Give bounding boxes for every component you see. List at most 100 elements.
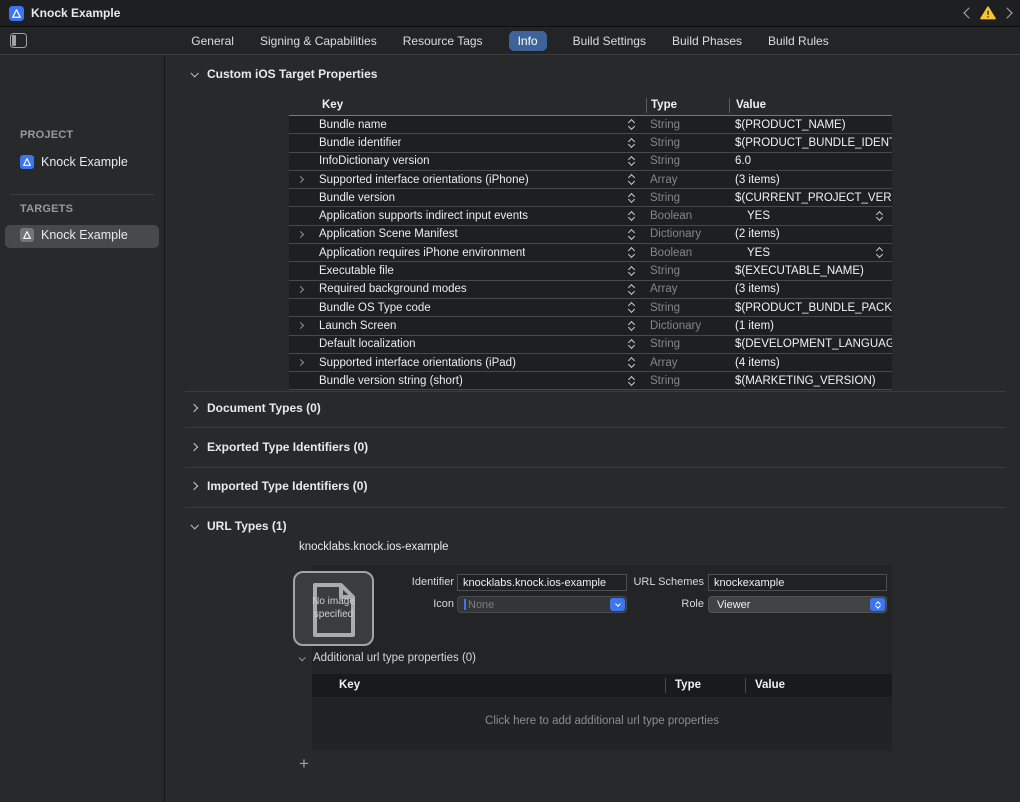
table-row[interactable]: Bundle identifierString$(PRODUCT_BUNDLE_…: [289, 134, 892, 152]
value-cell[interactable]: (3 items): [729, 281, 892, 298]
table-row[interactable]: Application Scene ManifestDictionary(2 i…: [289, 226, 892, 244]
disclosure-closed-icon[interactable]: [190, 404, 198, 412]
table-row[interactable]: Bundle versionString$(CURRENT_PROJECT_VE…: [289, 189, 892, 207]
boolean-popup-stepper[interactable]: [877, 212, 882, 221]
key-cell: Bundle version: [289, 189, 646, 206]
disclosure-open-icon[interactable]: [299, 654, 306, 661]
table-row[interactable]: Launch ScreenDictionary(1 item): [289, 317, 892, 335]
value-cell[interactable]: YES: [729, 207, 892, 224]
key-stepper[interactable]: [629, 120, 634, 129]
key-stepper[interactable]: [629, 285, 634, 294]
key-stepper[interactable]: [629, 157, 634, 166]
key-stepper[interactable]: [629, 303, 634, 312]
tab-build-rules[interactable]: Build Rules: [768, 31, 829, 51]
table-row[interactable]: Executable fileString$(EXECUTABLE_NAME): [289, 262, 892, 280]
value-cell[interactable]: (1 item): [729, 317, 892, 334]
table-row[interactable]: Bundle nameString$(PRODUCT_NAME): [289, 116, 892, 134]
role-popup[interactable]: Viewer: [708, 596, 887, 613]
section-custom-ios-target-properties[interactable]: Custom iOS Target Properties: [191, 67, 377, 81]
popup-stepper-button[interactable]: [870, 598, 885, 611]
value-cell[interactable]: (4 items): [729, 354, 892, 371]
tab-resource-tags[interactable]: Resource Tags: [403, 31, 483, 51]
boolean-popup-stepper[interactable]: [877, 248, 882, 257]
key-stepper[interactable]: [629, 322, 634, 331]
url-type-image-well[interactable]: No image specified: [293, 571, 374, 646]
value-cell[interactable]: (3 items): [729, 171, 892, 188]
back-chevron-icon[interactable]: [963, 7, 974, 18]
property-value: $(CURRENT_PROJECT_VERS: [735, 192, 892, 204]
table-row[interactable]: Default localizationString$(DEVELOPMENT_…: [289, 336, 892, 354]
forward-chevron-icon[interactable]: [1001, 7, 1012, 18]
tab-build-phases[interactable]: Build Phases: [672, 31, 742, 51]
table-row[interactable]: Bundle version string (short)String$(MAR…: [289, 372, 892, 390]
tab-info[interactable]: Info: [509, 31, 547, 51]
additional-properties-empty-area[interactable]: Click here to add additional url type pr…: [312, 697, 892, 744]
url-schemes-field[interactable]: knockexample: [708, 574, 887, 591]
additional-properties-disclosure[interactable]: Additional url type properties (0): [299, 651, 476, 665]
disclosure-closed-icon[interactable]: [190, 482, 198, 490]
table-row[interactable]: InfoDictionary versionString6.0: [289, 153, 892, 171]
disclosure-open-icon[interactable]: [190, 69, 198, 77]
disclosure-open-icon[interactable]: [190, 521, 198, 529]
key-stepper[interactable]: [629, 358, 634, 367]
section-title: Custom iOS Target Properties: [207, 67, 377, 81]
table-row[interactable]: Application supports indirect input even…: [289, 207, 892, 225]
table-row[interactable]: Supported interface orientations (iPad)A…: [289, 354, 892, 372]
sidebar-item-target-knock-example[interactable]: Knock Example: [20, 228, 128, 242]
value-cell[interactable]: $(PRODUCT_BUNDLE_IDENT: [729, 134, 892, 151]
section-document-types-0-[interactable]: Document Types (0): [191, 401, 321, 415]
disclosure-closed-icon[interactable]: [297, 286, 304, 293]
sidebar-toggle-icon[interactable]: [10, 33, 27, 48]
sidebar-item-project-knock-example[interactable]: Knock Example: [20, 155, 128, 169]
property-key: Required background modes: [319, 283, 467, 295]
disclosure-closed-icon[interactable]: [297, 322, 304, 329]
column-header-value: Value: [729, 98, 892, 113]
disclosure-closed-icon[interactable]: [190, 443, 198, 451]
table-row[interactable]: Bundle OS Type codeString$(PRODUCT_BUNDL…: [289, 299, 892, 317]
section-imported-type-identifiers-0-[interactable]: Imported Type Identifiers (0): [191, 479, 367, 493]
property-key: Bundle identifier: [319, 137, 401, 149]
key-stepper[interactable]: [629, 139, 634, 148]
value-cell[interactable]: $(PRODUCT_BUNDLE_PACKA: [729, 299, 892, 316]
tab-signing-capabilities[interactable]: Signing & Capabilities: [260, 31, 377, 51]
key-stepper[interactable]: [629, 175, 634, 184]
key-stepper[interactable]: [629, 248, 634, 257]
key-cell: Supported interface orientations (iPhone…: [289, 171, 646, 188]
value-cell[interactable]: $(CURRENT_PROJECT_VERS: [729, 189, 892, 206]
section-exported-type-identifiers-0-[interactable]: Exported Type Identifiers (0): [191, 440, 368, 454]
key-stepper[interactable]: [629, 230, 634, 239]
value-cell[interactable]: $(MARKETING_VERSION): [729, 372, 892, 389]
key-stepper[interactable]: [629, 194, 634, 203]
section-title: Imported Type Identifiers (0): [207, 479, 367, 493]
tab-build-settings[interactable]: Build Settings: [573, 31, 646, 51]
disclosure-closed-icon[interactable]: [297, 176, 304, 183]
table-row[interactable]: Supported interface orientations (iPhone…: [289, 171, 892, 189]
additional-properties-header: Key Type Value: [312, 674, 892, 697]
disclosure-closed-icon[interactable]: [297, 231, 304, 238]
property-key: Supported interface orientations (iPhone…: [319, 174, 529, 186]
property-value: $(PRODUCT_BUNDLE_IDENT: [735, 137, 892, 149]
value-cell[interactable]: $(EXECUTABLE_NAME): [729, 262, 892, 279]
key-cell: Application requires iPhone environment: [289, 244, 646, 261]
section-url-types[interactable]: URL Types (1): [191, 519, 287, 533]
property-key: Launch Screen: [319, 320, 396, 332]
value-cell[interactable]: 6.0: [729, 153, 892, 170]
disclosure-closed-icon[interactable]: [297, 359, 304, 366]
key-stepper[interactable]: [629, 212, 634, 221]
tab-general[interactable]: General: [191, 31, 234, 51]
add-url-type-button[interactable]: +: [295, 755, 313, 773]
value-cell[interactable]: (2 items): [729, 226, 892, 243]
table-row[interactable]: Application requires iPhone environmentB…: [289, 244, 892, 262]
key-stepper[interactable]: [629, 340, 634, 349]
key-stepper[interactable]: [629, 267, 634, 276]
value-cell[interactable]: $(PRODUCT_NAME): [729, 116, 892, 133]
value-cell[interactable]: YES: [729, 244, 892, 261]
warning-icon[interactable]: [980, 6, 996, 20]
section-title: URL Types (1): [207, 519, 287, 533]
key-stepper[interactable]: [629, 377, 634, 386]
title-bar-controls: [965, 6, 1011, 20]
property-key: Bundle OS Type code: [319, 302, 431, 314]
xcode-project-icon-glyph: [12, 9, 21, 18]
table-row[interactable]: Required background modesArray(3 items): [289, 281, 892, 299]
value-cell[interactable]: $(DEVELOPMENT_LANGUAGI: [729, 336, 892, 353]
